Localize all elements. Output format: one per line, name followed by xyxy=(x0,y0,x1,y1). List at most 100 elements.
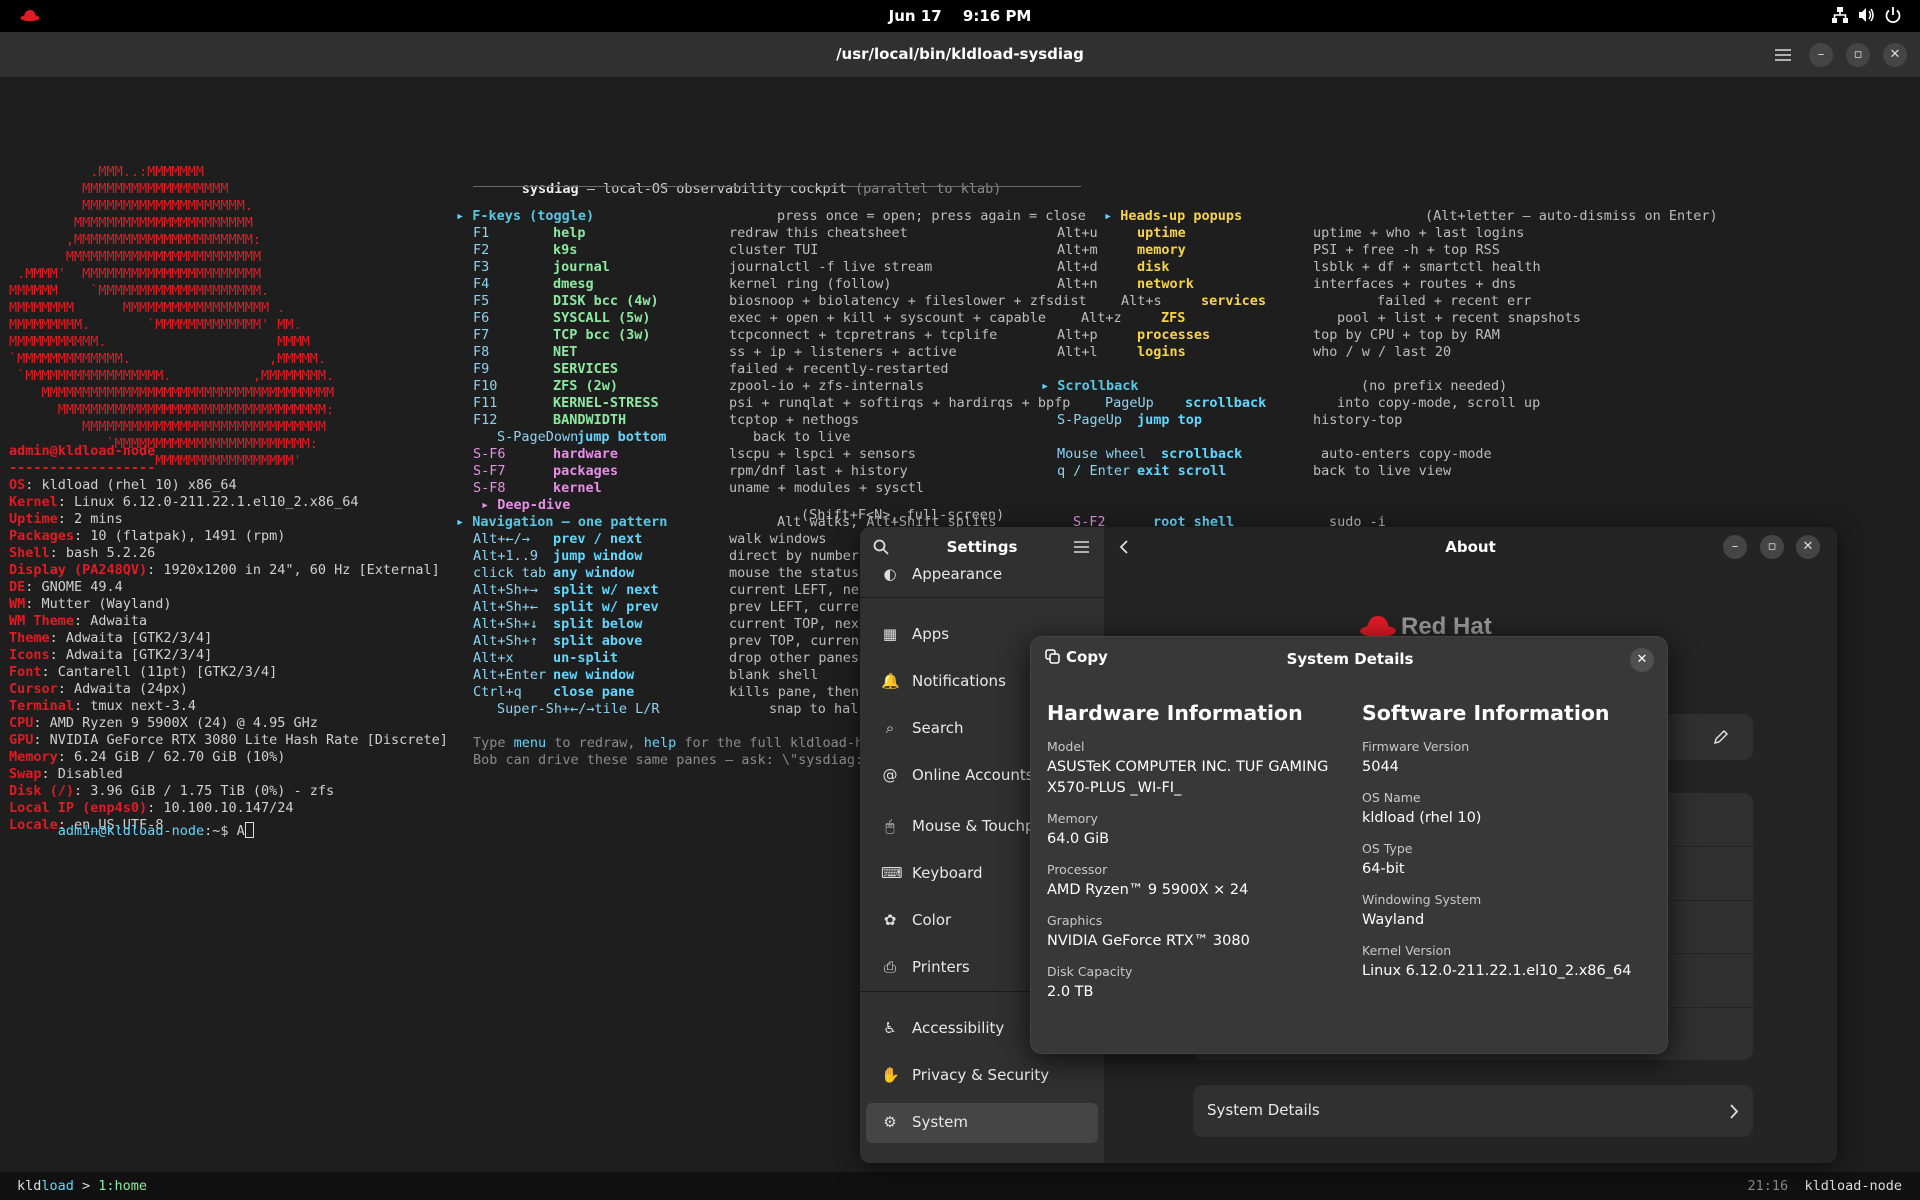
shell-prompt[interactable]: admin@kldload-node:~$ A xyxy=(9,805,254,857)
footer-part: for the full kldload-he xyxy=(676,735,872,751)
nav-row-key: Alt+Sh+→ xyxy=(473,582,539,598)
detail-value: AMD Ryzen™ 9 5900X × 24 xyxy=(1047,882,1249,898)
nav-row-desc: prev TOP, current xyxy=(729,633,868,649)
fkey-row-cmd: NET xyxy=(553,344,578,360)
fkey-row-key: F5 xyxy=(473,293,490,309)
info-key: WM Theme xyxy=(9,613,75,629)
info-row: GPU: NVIDIA GeForce RTX 3080 Lite Hash R… xyxy=(9,732,448,749)
software-section: Software Information Firmware Version 504… xyxy=(1362,701,1662,994)
hand-icon: ✋ xyxy=(881,1066,900,1084)
logo-line: MMMMMMMM MMMMMMMMMMMMMMMMMM . xyxy=(9,300,286,316)
info-value: : bash 5.2.26 xyxy=(49,545,156,561)
maximize-button[interactable]: ▫ xyxy=(1846,43,1870,67)
power-icon[interactable] xyxy=(1884,6,1902,24)
nav-row-key: click tab xyxy=(473,565,547,581)
userhost: admin@kldload-node xyxy=(9,443,156,459)
close-button[interactable]: ✕ xyxy=(1883,43,1907,67)
edit-icon[interactable] xyxy=(1713,729,1729,745)
tmux-host: kldload-node xyxy=(1804,1178,1902,1194)
session-a: kld xyxy=(17,1178,42,1194)
info-key: Terminal xyxy=(9,698,75,714)
minimize-icon: – xyxy=(1731,539,1739,554)
system-details-row[interactable]: System Details xyxy=(1193,1085,1753,1137)
prompt-user: admin@kldload-node xyxy=(57,823,205,839)
info-value: : Adwaita [GTK2/3/4] xyxy=(49,630,213,646)
menu-button[interactable] xyxy=(1771,43,1795,67)
logo-line: MMMMMMMMMMMMMMMMMMMMMMMM xyxy=(9,249,261,265)
popup-row-cmd: uptime xyxy=(1137,225,1186,241)
sidebar-item-privacy[interactable]: ✋ Privacy & Security xyxy=(866,1056,1098,1096)
logo-line: MMMMMMMMMMMMMMMMMMMMMMMMMMMMMMMMMMMM xyxy=(9,385,335,401)
clock[interactable]: Jun 17 9:16 PM xyxy=(0,7,1920,25)
shift-row-cmd: kernel xyxy=(553,480,602,496)
info-value: : GNOME 49.4 xyxy=(25,579,123,595)
fkey-row-cmd: KERNEL-STRESS xyxy=(553,395,659,411)
hamburger-icon[interactable] xyxy=(1074,541,1089,553)
sidebar-item-system[interactable]: ⚙ System xyxy=(866,1103,1098,1143)
fkey-row-desc: exec + open + kill + syscount + capable xyxy=(729,310,1046,326)
sidebar-item-appearance[interactable]: ◐ Appearance xyxy=(866,555,1098,595)
footer-hint-2: Bob can drive these same panes — ask: \"… xyxy=(473,752,864,768)
tmux-left[interactable]: kldload > 1:home xyxy=(17,1178,147,1194)
network-icon[interactable] xyxy=(1831,6,1849,24)
fkey-row-key: F8 xyxy=(473,344,490,360)
scroll-row-key: PageUp xyxy=(1105,395,1154,411)
nav-title: ▸ Navigation — one pattern xyxy=(456,514,667,531)
info-key: GPU xyxy=(9,732,34,748)
tmux-status-bar[interactable]: kldload > 1:home 21:16 kldload-node xyxy=(0,1172,1920,1200)
hamburger-icon xyxy=(1775,49,1791,61)
keyboard-icon: ⌨ xyxy=(881,864,903,882)
shift-row-desc: rpm/dnf last + history xyxy=(729,463,908,479)
appearance-icon: ◐ xyxy=(883,565,897,583)
popup-row-desc: lsblk + df + smartctl health xyxy=(1313,259,1541,275)
detail-value: 5044 xyxy=(1362,759,1399,775)
sidebar-item-label: Accessibility xyxy=(912,1019,1005,1037)
minimize-button[interactable]: – xyxy=(1809,43,1833,67)
detail-value: 64-bit xyxy=(1362,861,1405,877)
volume-icon[interactable] xyxy=(1857,6,1875,24)
info-row: Kernel: Linux 6.12.0-211.22.1.el10_2.x86… xyxy=(9,494,359,511)
nav-row-cmd: jump window xyxy=(553,548,643,564)
close-icon: ✕ xyxy=(1636,652,1648,667)
pagedown-row-cmd: jump bottom xyxy=(577,429,667,445)
sysdiag-desc: — local-OS observability cockpit xyxy=(578,181,856,197)
info-value: : Adwaita (24px) xyxy=(57,681,188,697)
nav-row-key: Alt+Enter xyxy=(473,667,547,683)
popup-row-desc: PSI + free -h + top RSS xyxy=(1313,242,1500,258)
nav-row-desc: walk windows xyxy=(729,531,827,547)
info-key: Uptime xyxy=(9,511,58,527)
info-row: OS: kldload (rhel 10) x86_64 xyxy=(9,477,237,494)
tmux-window-tab[interactable]: 1:home xyxy=(98,1178,147,1194)
scroll-title-text: Scrollback xyxy=(1057,378,1139,394)
logo-line: .MMM..:MMMMMMM xyxy=(9,164,205,180)
detail-field: Kernel Version Linux 6.12.0-211.22.1.el10… xyxy=(1362,943,1662,982)
fkeys-note: press once = open; press again = close xyxy=(777,208,1086,224)
fkey-row-key: F9 xyxy=(473,361,490,377)
logo-line: `MMMMMMMMMMMMM. ,MMMMM. xyxy=(9,351,326,367)
info-key: Kernel xyxy=(9,494,58,510)
info-row: Swap: Disabled xyxy=(9,766,123,783)
close-button[interactable]: ✕ xyxy=(1796,535,1820,559)
info-key: CPU xyxy=(9,715,34,731)
nav-title-text: Navigation — one pattern xyxy=(472,514,668,530)
detail-key: Firmware Version xyxy=(1362,739,1470,754)
dialog-close-button[interactable]: ✕ xyxy=(1630,648,1654,672)
detail-field: Windowing System Wayland xyxy=(1362,892,1662,931)
rule: ------------------ xyxy=(9,460,156,476)
info-value: : 3.96 GiB / 1.75 TiB (0%) - zfs xyxy=(74,783,335,799)
popup-row-desc: uptime + who + last logins xyxy=(1313,225,1525,241)
info-row: Packages: 10 (flatpak), 1491 (rpm) xyxy=(9,528,285,545)
super-shortcut: Super-Sh+←/→tile L/R xyxy=(497,701,660,717)
minimize-button[interactable]: – xyxy=(1723,535,1747,559)
info-row: Terminal: tmux next-3.4 xyxy=(9,698,196,715)
deepdive-title-text: Deep-dive xyxy=(497,497,571,513)
info-row: Font: Cantarell (11pt) [GTK2/3/4] xyxy=(9,664,277,681)
nav-row-key: Alt+Sh+↑ xyxy=(473,633,539,649)
fkeys-bullet-icon: ▸ xyxy=(456,208,473,224)
fkeys-title: ▸ F-keys (toggle) xyxy=(456,208,594,225)
maximize-button[interactable]: ▫ xyxy=(1760,535,1784,559)
date-label: Jun 17 xyxy=(888,7,942,25)
info-key: Shell xyxy=(9,545,50,561)
sysdiag-paren: (parallel to klab) xyxy=(855,181,1002,197)
detail-key: Disk Capacity xyxy=(1047,964,1133,979)
